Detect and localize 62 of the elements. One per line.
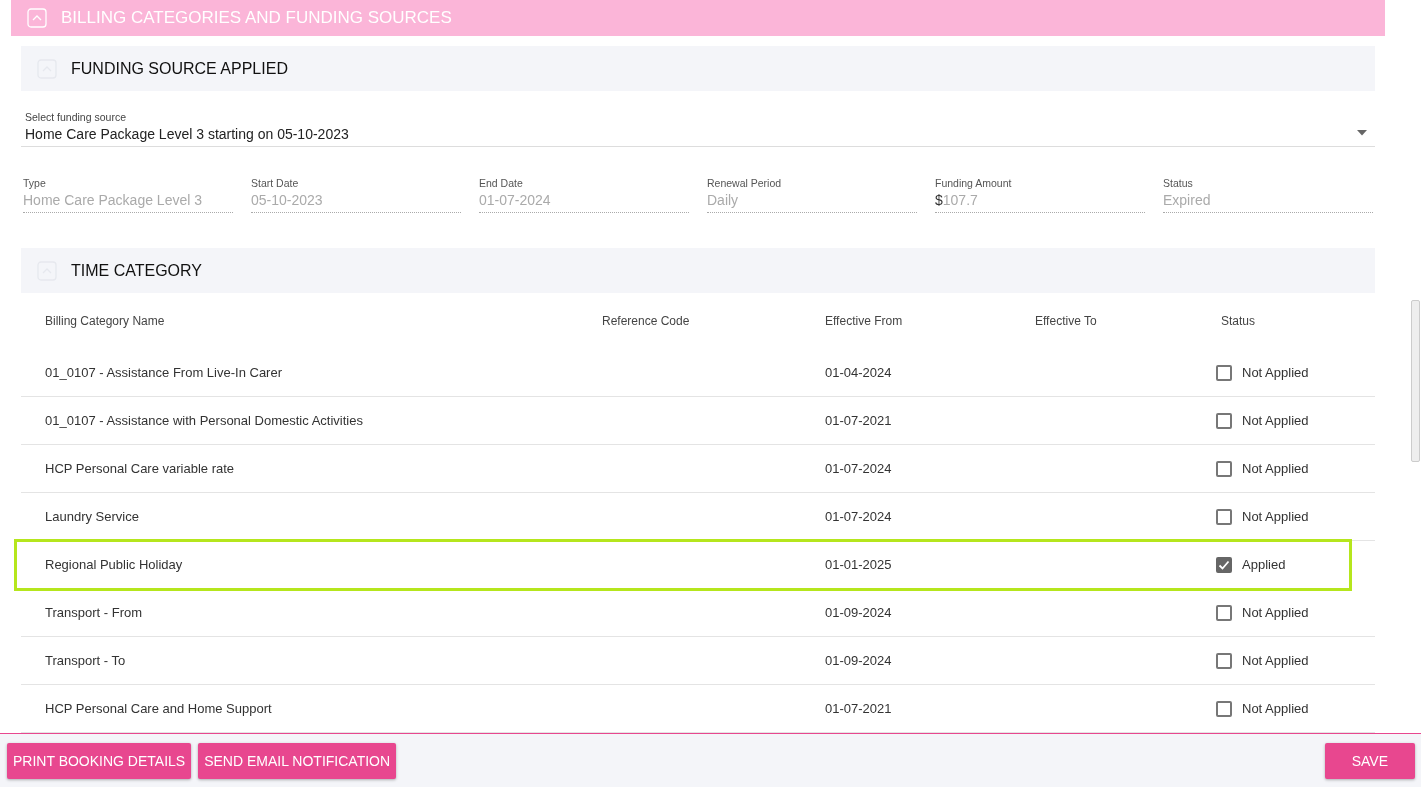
category-name: 01_0107 - Assistance From Live-In Carer [45, 365, 283, 380]
effective-from-date: 01-01-2025 [825, 557, 893, 572]
status-label: Not Applied [1242, 701, 1309, 716]
field-value: Expired [1163, 192, 1212, 208]
field-value: 01-07-2024 [479, 192, 552, 208]
section-title: FUNDING SOURCE APPLIED [71, 59, 288, 78]
effective-from-date: 01-09-2024 [825, 653, 893, 668]
category-name: 01_0107 - Assistance with Personal Domestic Activities [45, 413, 364, 428]
field-value: 05-10-2023 [251, 192, 324, 208]
section-header-bar[interactable]: TIME CATEGORY [21, 248, 1375, 293]
section-title: TIME CATEGORY [71, 261, 202, 280]
status-checkbox[interactable] [1216, 700, 1232, 717]
status-checkbox[interactable] [1216, 556, 1232, 573]
status-label: Not Applied [1242, 365, 1309, 380]
section-header-bar[interactable]: FUNDING SOURCE APPLIED [21, 46, 1375, 91]
status-label: Not Applied [1242, 461, 1309, 476]
column-header: Effective From [825, 314, 904, 328]
funding-source-dropdown[interactable]: Select funding source Home Care Package Level 3 starting on 05-10-2023 [21, 111, 1375, 147]
status-checkbox[interactable] [1216, 364, 1232, 381]
category-name: HCP Personal Care variable rate [45, 461, 236, 476]
action-button[interactable]: PRINT BOOKING DETAILS [7, 742, 192, 779]
status-checkbox[interactable] [1216, 460, 1232, 477]
status-label: Not Applied [1242, 413, 1309, 428]
effective-from-date: 01-07-2024 [825, 509, 893, 524]
field-label: Status [1163, 177, 1194, 189]
category-name: Transport - To [45, 653, 127, 668]
status-label: Not Applied [1242, 653, 1309, 668]
action-button[interactable]: SEND EMAIL NOTIFICATION [198, 742, 397, 779]
status-label: Not Applied [1242, 605, 1309, 620]
status-checkbox[interactable] [1216, 508, 1232, 525]
field-label: Funding Amount [935, 177, 1013, 189]
effective-from-date: 01-09-2024 [825, 605, 893, 620]
field-value: Daily [707, 192, 740, 208]
status-label: Applied [1242, 557, 1286, 572]
section-title: BILLING CATEGORIES AND FUNDING SOURCES [61, 8, 452, 28]
save-button[interactable]: SAVE [1324, 742, 1415, 779]
field-label: End Date [479, 177, 524, 189]
column-header: Status [1221, 314, 1257, 328]
status-checkbox[interactable] [1216, 412, 1232, 429]
category-name: Regional Public Holiday [45, 557, 184, 572]
category-name: Transport - From [45, 605, 144, 620]
dropdown-label: Select funding source [25, 111, 127, 123]
column-header: Billing Category Name [45, 314, 166, 328]
dropdown-caret-icon[interactable] [1357, 130, 1367, 136]
field-label: Renewal Period [707, 177, 783, 189]
status-label: Not Applied [1242, 509, 1309, 524]
category-name: HCP Personal Care and Home Support [45, 701, 273, 716]
field-value: $107.7 [935, 192, 979, 208]
effective-from-date: 01-04-2024 [825, 365, 893, 380]
field-label: Type [23, 177, 47, 189]
category-name: Laundry Service [45, 509, 140, 524]
field-label: Start Date [251, 177, 300, 189]
column-header: Effective To [1035, 314, 1098, 328]
dropdown-value: Home Care Package Level 3 starting on 05-10-2023 [25, 126, 349, 142]
column-header: Reference Code [602, 314, 691, 328]
effective-from-date: 01-07-2024 [825, 461, 893, 476]
effective-from-date: 01-07-2021 [825, 701, 893, 716]
effective-from-date: 01-07-2021 [825, 413, 893, 428]
status-checkbox[interactable] [1216, 652, 1232, 669]
scrollbar-thumb[interactable] [1411, 300, 1420, 462]
status-checkbox[interactable] [1216, 604, 1232, 621]
field-value: Home Care Package Level 3 [23, 192, 203, 208]
